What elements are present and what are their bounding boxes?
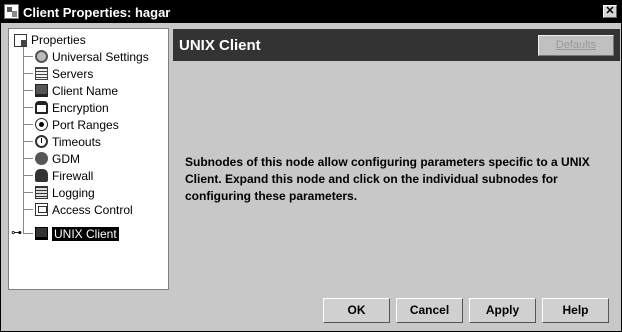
window-title: Client Properties: hagar <box>23 5 171 20</box>
window-icon <box>4 4 19 19</box>
tree-item-label: Firewall <box>52 168 94 183</box>
access-control-icon <box>35 203 48 216</box>
defaults-button[interactable]: Defaults <box>538 35 614 56</box>
dialog-button-bar: OK Cancel Apply Help <box>8 297 614 325</box>
gear-icon <box>35 50 48 63</box>
help-button[interactable]: Help <box>542 298 609 323</box>
tree-root-properties[interactable]: Properties <box>14 32 86 48</box>
title-bar[interactable]: Client Properties: hagar ✕ <box>1 1 621 23</box>
tree-root-label: Properties <box>31 33 86 47</box>
tree-item-label: GDM <box>52 151 80 166</box>
ok-button[interactable]: OK <box>323 298 390 323</box>
properties-icon <box>14 33 27 47</box>
tree-item-servers[interactable]: Servers <box>23 65 93 82</box>
panel-header: UNIX Client Defaults <box>173 29 620 61</box>
port-icon <box>35 118 48 131</box>
expand-toggle-icon[interactable]: ⊶ <box>11 228 23 239</box>
tree-item-label: Universal Settings <box>52 49 149 64</box>
tree-item-label: Timeouts <box>52 134 101 149</box>
tree-item-gdm[interactable]: GDM <box>23 150 80 167</box>
panel-body: Subnodes of this node allow configuring … <box>173 61 620 290</box>
panel-description: Subnodes of this node allow configuring … <box>185 155 590 203</box>
clock-icon <box>35 135 48 148</box>
gdm-icon <box>35 152 48 165</box>
apply-button[interactable]: Apply <box>469 298 536 323</box>
unix-client-icon <box>35 227 48 240</box>
tree-item-unix-client[interactable]: UNIX Client <box>23 225 119 242</box>
tree-item-timeouts[interactable]: Timeouts <box>23 133 101 150</box>
tree-item-label: Encryption <box>52 100 109 115</box>
tree-item-label: Logging <box>52 185 95 200</box>
panel-title: UNIX Client <box>179 37 261 54</box>
log-icon <box>35 186 48 199</box>
tree-item-label: Client Name <box>52 83 119 98</box>
tree-item-label: Access Control <box>52 202 133 217</box>
tree-item-universal-settings[interactable]: Universal Settings <box>23 48 149 65</box>
client-properties-window: Client Properties: hagar ✕ Properties Un… <box>0 0 622 332</box>
lock-icon <box>35 101 48 114</box>
properties-tree[interactable]: Properties Universal Settings Servers Cl… <box>8 28 169 290</box>
tree-item-logging[interactable]: Logging <box>23 184 95 201</box>
tree-item-label: Port Ranges <box>52 117 119 132</box>
monitor-icon <box>35 84 48 97</box>
tree-item-encryption[interactable]: Encryption <box>23 99 109 116</box>
tree-item-client-name[interactable]: Client Name <box>23 82 118 99</box>
tree-item-label-selected: UNIX Client <box>52 226 119 241</box>
cancel-button[interactable]: Cancel <box>396 298 463 323</box>
tree-item-port-ranges[interactable]: Port Ranges <box>23 116 119 133</box>
firewall-icon <box>35 169 48 182</box>
tree-item-label: Servers <box>52 66 94 81</box>
tree-item-access-control[interactable]: Access Control <box>23 201 133 218</box>
server-icon <box>35 67 48 80</box>
tree-item-firewall[interactable]: Firewall <box>23 167 93 184</box>
close-button[interactable]: ✕ <box>603 5 617 18</box>
